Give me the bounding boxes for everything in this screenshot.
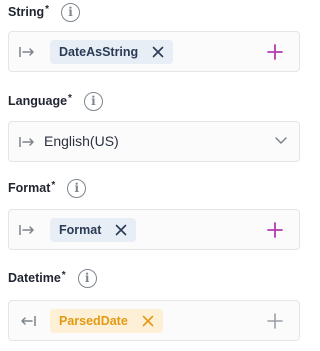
plus-icon[interactable] <box>267 44 283 60</box>
info-icon[interactable]: i <box>61 2 81 22</box>
info-icon[interactable]: i <box>77 268 97 288</box>
chip-label: ParsedDate <box>59 314 128 328</box>
input-arrow-icon <box>19 47 34 57</box>
close-icon[interactable] <box>142 315 154 327</box>
chip-label: Format <box>59 223 102 237</box>
chip-label: DateAsString <box>59 45 139 59</box>
input-arrow-icon <box>19 137 34 147</box>
required-mark: * <box>45 3 50 15</box>
format-label: Format <box>8 181 51 195</box>
plus-icon <box>267 313 283 329</box>
datetime-label-row: Datetime * i <box>8 266 97 290</box>
string-label: String <box>8 5 45 19</box>
string-input[interactable]: DateAsString <box>8 31 300 72</box>
language-value: English(US) <box>44 133 119 149</box>
plus-icon[interactable] <box>267 222 283 238</box>
input-arrow-icon <box>21 316 36 326</box>
chevron-down-icon[interactable] <box>275 137 287 145</box>
close-icon[interactable] <box>152 46 164 58</box>
required-mark: * <box>68 92 72 104</box>
datetime-label: Datetime <box>8 271 61 285</box>
language-label: Language <box>8 94 68 108</box>
datetime-input[interactable]: ParsedDate <box>8 300 300 341</box>
required-mark: * <box>51 179 56 191</box>
format-input[interactable]: Format <box>8 209 300 250</box>
language-select[interactable]: English(US) <box>8 121 300 162</box>
format-label-row: Format * i <box>8 176 87 200</box>
string-chip[interactable]: DateAsString <box>50 40 174 64</box>
close-icon[interactable] <box>115 224 127 236</box>
string-label-row: String * i <box>8 0 81 24</box>
info-icon[interactable]: i <box>83 91 103 111</box>
required-mark: * <box>61 269 66 281</box>
info-icon[interactable]: i <box>67 178 87 198</box>
language-label-row: Language * i <box>8 89 103 113</box>
format-chip[interactable]: Format <box>50 218 137 242</box>
datetime-chip[interactable]: ParsedDate <box>50 309 163 333</box>
input-arrow-icon <box>19 225 34 235</box>
